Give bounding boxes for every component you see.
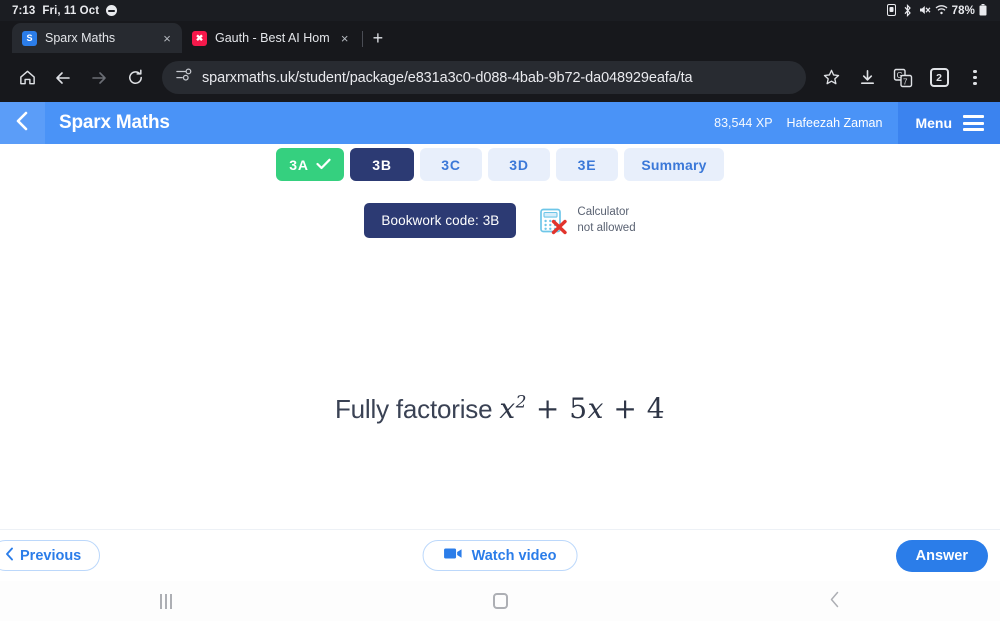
browser-tab-title: Sparx Maths <box>45 31 116 45</box>
watch-video-label: Watch video <box>471 547 557 564</box>
page-settings-icon[interactable] <box>176 67 192 88</box>
question-tab-3e[interactable]: 3E <box>556 148 618 181</box>
app-back-button[interactable] <box>0 102 45 144</box>
reload-icon[interactable] <box>118 61 152 95</box>
math-variable-1: x <box>499 392 516 425</box>
action-bar: Previous Watch video Answer <box>0 529 1000 581</box>
android-status-bar: 7:13 Fri, 11 Oct 78% <box>0 0 1000 21</box>
user-name: Hafeezah Zaman <box>786 116 883 130</box>
previous-button[interactable]: Previous <box>0 540 101 571</box>
watch-video-button[interactable]: Watch video <box>422 540 578 571</box>
hamburger-icon <box>963 115 984 131</box>
math-variable-2: x <box>587 392 604 425</box>
question-tab-label: 3A <box>289 156 309 173</box>
answer-label: Answer <box>915 547 968 564</box>
math-plus-2: + <box>613 392 638 425</box>
question-tab-3d[interactable]: 3D <box>488 148 550 181</box>
math-plus-1: + <box>535 392 560 425</box>
tab-count-button[interactable]: 2 <box>922 61 956 95</box>
question-prompt: Fully factorise x2 + 5x + 4 <box>0 392 1000 425</box>
bookwork-code-badge: Bookwork code: 3B <box>364 203 517 238</box>
question-tab-label: Summary <box>641 156 707 173</box>
bluetooth-icon <box>903 4 915 17</box>
xp-total: 83,544 XP <box>714 116 773 130</box>
mute-icon <box>919 4 931 17</box>
question-tab-summary[interactable]: Summary <box>624 148 724 181</box>
home-circle-icon[interactable] <box>492 593 508 609</box>
arrow-forward-icon[interactable] <box>82 61 116 95</box>
question-tab-label: 3D <box>509 156 529 173</box>
math-exponent: 2 <box>515 392 527 413</box>
browser-tab-strip: S Sparx Maths × ✖ Gauth - Best AI Hom × … <box>0 21 1000 53</box>
status-bar-left: 7:13 Fri, 11 Oct <box>12 4 118 17</box>
close-tab-icon[interactable]: × <box>338 32 352 45</box>
arrow-back-icon[interactable] <box>46 61 80 95</box>
download-icon[interactable] <box>850 61 884 95</box>
sparx-favicon-icon: S <box>22 30 37 46</box>
kebab-dots <box>973 69 977 86</box>
question-prompt-text: Fully factorise <box>334 394 500 424</box>
check-icon <box>316 157 331 173</box>
recents-icon[interactable] <box>160 593 173 609</box>
menu-button[interactable]: Menu <box>898 102 1000 144</box>
status-date: Fri, 11 Oct <box>42 4 100 17</box>
tab-count-label: 2 <box>929 68 949 87</box>
question-tab-bar: 3A 3B 3C 3D 3E Summary <box>0 144 1000 181</box>
wifi-icon <box>935 4 948 17</box>
browser-tab-sparx[interactable]: S Sparx Maths × <box>12 23 182 53</box>
star-icon[interactable] <box>814 61 848 95</box>
address-bar[interactable]: sparxmaths.uk/student/package/e831a3c0-d… <box>162 61 806 94</box>
gauth-favicon-icon: ✖ <box>192 30 207 46</box>
page-content: 3A 3B 3C 3D 3E Summary Bookwork code: 3B… <box>0 144 1000 581</box>
do-not-disturb-icon <box>106 5 118 16</box>
app-header-right: 83,544 XP Hafeezah Zaman Menu <box>714 102 1000 144</box>
status-bar-right: 78% <box>886 4 991 17</box>
tab-divider <box>361 31 363 47</box>
question-tab-3a[interactable]: 3A <box>276 148 344 181</box>
question-tab-label: 3E <box>577 156 597 173</box>
math-expression: x2 + 5x + 4 <box>499 392 665 425</box>
new-tab-button[interactable]: + <box>369 29 392 53</box>
google-translate-icon[interactable]: G 7 <box>886 61 920 95</box>
calculator-line-2: not allowed <box>577 221 636 234</box>
browser-tab-gauth[interactable]: ✖ Gauth - Best AI Hom × <box>182 23 360 53</box>
device-screen: 7:13 Fri, 11 Oct 78% S Sparx Maths × ✖ G… <box>0 0 1000 625</box>
calculator-status: Calculator not allowed <box>538 205 636 236</box>
question-meta-row: Bookwork code: 3B Calculator not allowed <box>0 203 1000 238</box>
calculator-not-allowed-icon <box>538 206 568 236</box>
chevron-left-icon <box>5 547 14 565</box>
previous-label: Previous <box>20 547 82 564</box>
video-camera-icon <box>444 547 463 564</box>
battery-percent: 78% <box>951 4 975 17</box>
menu-label: Menu <box>915 115 952 131</box>
home-icon[interactable] <box>10 61 44 95</box>
question-tab-3b[interactable]: 3B <box>350 148 414 181</box>
answer-button[interactable]: Answer <box>895 539 988 572</box>
calculator-line-1: Calculator <box>577 205 630 218</box>
sim-card-icon <box>886 4 899 17</box>
app-header: Sparx Maths 83,544 XP Hafeezah Zaman Men… <box>0 102 1000 144</box>
android-nav-bar <box>0 581 1000 621</box>
status-time: 7:13 <box>12 4 36 17</box>
three-dot-menu-icon[interactable] <box>958 61 992 95</box>
app-brand-title: Sparx Maths <box>59 112 170 133</box>
url-text: sparxmaths.uk/student/package/e831a3c0-d… <box>202 69 693 86</box>
browser-toolbar: sparxmaths.uk/student/package/e831a3c0-d… <box>0 53 1000 102</box>
calculator-status-text: Calculator not allowed <box>577 205 635 236</box>
math-constant: 4 <box>646 392 666 425</box>
question-tab-3c[interactable]: 3C <box>420 148 482 181</box>
question-tab-label: 3C <box>441 156 461 173</box>
svg-text:7: 7 <box>903 77 908 86</box>
battery-icon <box>979 4 991 17</box>
close-tab-icon[interactable]: × <box>160 32 174 45</box>
browser-tab-title: Gauth - Best AI Hom <box>215 31 330 45</box>
chevron-left-icon <box>14 110 31 137</box>
math-coefficient: 5 <box>569 392 588 425</box>
back-chevron-icon[interactable] <box>829 591 840 612</box>
question-tab-label: 3B <box>372 156 392 173</box>
